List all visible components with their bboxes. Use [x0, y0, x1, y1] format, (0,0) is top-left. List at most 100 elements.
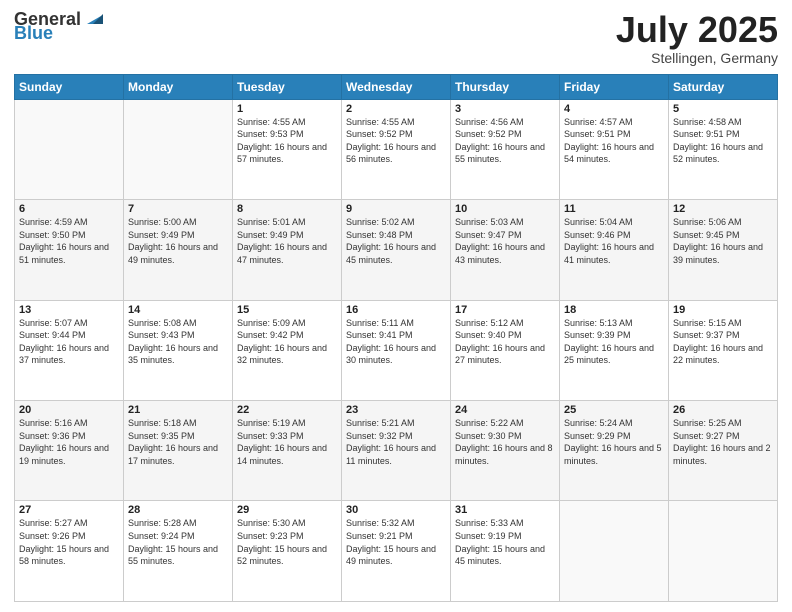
calendar-cell: 24Sunrise: 5:22 AM Sunset: 9:30 PM Dayli… — [451, 401, 560, 501]
day-info: Sunrise: 5:06 AM Sunset: 9:45 PM Dayligh… — [673, 216, 773, 266]
day-info: Sunrise: 4:59 AM Sunset: 9:50 PM Dayligh… — [19, 216, 119, 266]
day-info: Sunrise: 5:15 AM Sunset: 9:37 PM Dayligh… — [673, 317, 773, 367]
calendar-cell: 17Sunrise: 5:12 AM Sunset: 9:40 PM Dayli… — [451, 300, 560, 400]
calendar-cell: 26Sunrise: 5:25 AM Sunset: 9:27 PM Dayli… — [669, 401, 778, 501]
col-thursday: Thursday — [451, 74, 560, 99]
day-info: Sunrise: 5:21 AM Sunset: 9:32 PM Dayligh… — [346, 417, 446, 467]
day-number: 10 — [455, 203, 555, 215]
calendar-cell: 9Sunrise: 5:02 AM Sunset: 9:48 PM Daylig… — [342, 200, 451, 300]
col-tuesday: Tuesday — [233, 74, 342, 99]
calendar-cell: 12Sunrise: 5:06 AM Sunset: 9:45 PM Dayli… — [669, 200, 778, 300]
day-number: 24 — [455, 404, 555, 416]
day-info: Sunrise: 5:07 AM Sunset: 9:44 PM Dayligh… — [19, 317, 119, 367]
day-number: 20 — [19, 404, 119, 416]
calendar-cell: 14Sunrise: 5:08 AM Sunset: 9:43 PM Dayli… — [124, 300, 233, 400]
day-number: 6 — [19, 203, 119, 215]
day-number: 29 — [237, 504, 337, 516]
day-number: 22 — [237, 404, 337, 416]
day-info: Sunrise: 5:01 AM Sunset: 9:49 PM Dayligh… — [237, 216, 337, 266]
calendar-cell — [669, 501, 778, 602]
calendar-table: Sunday Monday Tuesday Wednesday Thursday… — [14, 74, 778, 602]
calendar-cell: 23Sunrise: 5:21 AM Sunset: 9:32 PM Dayli… — [342, 401, 451, 501]
day-number: 19 — [673, 304, 773, 316]
day-info: Sunrise: 5:28 AM Sunset: 9:24 PM Dayligh… — [128, 517, 228, 567]
calendar-cell: 21Sunrise: 5:18 AM Sunset: 9:35 PM Dayli… — [124, 401, 233, 501]
calendar-cell: 4Sunrise: 4:57 AM Sunset: 9:51 PM Daylig… — [560, 99, 669, 199]
calendar-cell — [560, 501, 669, 602]
day-info: Sunrise: 4:56 AM Sunset: 9:52 PM Dayligh… — [455, 116, 555, 166]
day-number: 9 — [346, 203, 446, 215]
day-number: 25 — [564, 404, 664, 416]
calendar-subtitle: Stellingen, Germany — [616, 50, 778, 66]
day-info: Sunrise: 5:11 AM Sunset: 9:41 PM Dayligh… — [346, 317, 446, 367]
calendar-cell: 20Sunrise: 5:16 AM Sunset: 9:36 PM Dayli… — [15, 401, 124, 501]
calendar-cell: 1Sunrise: 4:55 AM Sunset: 9:53 PM Daylig… — [233, 99, 342, 199]
calendar-cell: 18Sunrise: 5:13 AM Sunset: 9:39 PM Dayli… — [560, 300, 669, 400]
day-number: 21 — [128, 404, 228, 416]
calendar-cell: 8Sunrise: 5:01 AM Sunset: 9:49 PM Daylig… — [233, 200, 342, 300]
day-info: Sunrise: 5:02 AM Sunset: 9:48 PM Dayligh… — [346, 216, 446, 266]
calendar-week-1: 1Sunrise: 4:55 AM Sunset: 9:53 PM Daylig… — [15, 99, 778, 199]
title-block: July 2025 Stellingen, Germany — [616, 10, 778, 66]
day-number: 15 — [237, 304, 337, 316]
col-saturday: Saturday — [669, 74, 778, 99]
calendar-cell: 3Sunrise: 4:56 AM Sunset: 9:52 PM Daylig… — [451, 99, 560, 199]
day-number: 28 — [128, 504, 228, 516]
day-info: Sunrise: 4:55 AM Sunset: 9:52 PM Dayligh… — [346, 116, 446, 166]
day-number: 18 — [564, 304, 664, 316]
calendar-cell: 13Sunrise: 5:07 AM Sunset: 9:44 PM Dayli… — [15, 300, 124, 400]
day-number: 31 — [455, 504, 555, 516]
day-number: 7 — [128, 203, 228, 215]
calendar-cell: 5Sunrise: 4:58 AM Sunset: 9:51 PM Daylig… — [669, 99, 778, 199]
calendar-cell: 29Sunrise: 5:30 AM Sunset: 9:23 PM Dayli… — [233, 501, 342, 602]
calendar-cell: 10Sunrise: 5:03 AM Sunset: 9:47 PM Dayli… — [451, 200, 560, 300]
day-info: Sunrise: 5:04 AM Sunset: 9:46 PM Dayligh… — [564, 216, 664, 266]
calendar-cell: 31Sunrise: 5:33 AM Sunset: 9:19 PM Dayli… — [451, 501, 560, 602]
calendar-cell: 6Sunrise: 4:59 AM Sunset: 9:50 PM Daylig… — [15, 200, 124, 300]
calendar-week-2: 6Sunrise: 4:59 AM Sunset: 9:50 PM Daylig… — [15, 200, 778, 300]
col-sunday: Sunday — [15, 74, 124, 99]
day-info: Sunrise: 5:30 AM Sunset: 9:23 PM Dayligh… — [237, 517, 337, 567]
day-number: 27 — [19, 504, 119, 516]
calendar-week-5: 27Sunrise: 5:27 AM Sunset: 9:26 PM Dayli… — [15, 501, 778, 602]
day-info: Sunrise: 4:55 AM Sunset: 9:53 PM Dayligh… — [237, 116, 337, 166]
calendar-title: July 2025 — [616, 10, 778, 50]
day-number: 14 — [128, 304, 228, 316]
calendar-cell: 28Sunrise: 5:28 AM Sunset: 9:24 PM Dayli… — [124, 501, 233, 602]
day-info: Sunrise: 5:24 AM Sunset: 9:29 PM Dayligh… — [564, 417, 664, 467]
day-info: Sunrise: 5:13 AM Sunset: 9:39 PM Dayligh… — [564, 317, 664, 367]
col-friday: Friday — [560, 74, 669, 99]
day-number: 4 — [564, 103, 664, 115]
logo: General Blue — [14, 10, 105, 42]
calendar-cell: 2Sunrise: 4:55 AM Sunset: 9:52 PM Daylig… — [342, 99, 451, 199]
header: General Blue July 2025 Stellingen, Germa… — [14, 10, 778, 66]
logo-blue: Blue — [14, 24, 53, 42]
calendar-cell: 19Sunrise: 5:15 AM Sunset: 9:37 PM Dayli… — [669, 300, 778, 400]
day-info: Sunrise: 5:22 AM Sunset: 9:30 PM Dayligh… — [455, 417, 555, 467]
day-info: Sunrise: 5:19 AM Sunset: 9:33 PM Dayligh… — [237, 417, 337, 467]
col-wednesday: Wednesday — [342, 74, 451, 99]
calendar-cell: 25Sunrise: 5:24 AM Sunset: 9:29 PM Dayli… — [560, 401, 669, 501]
day-info: Sunrise: 5:27 AM Sunset: 9:26 PM Dayligh… — [19, 517, 119, 567]
day-number: 30 — [346, 504, 446, 516]
day-info: Sunrise: 5:00 AM Sunset: 9:49 PM Dayligh… — [128, 216, 228, 266]
day-info: Sunrise: 4:58 AM Sunset: 9:51 PM Dayligh… — [673, 116, 773, 166]
day-number: 16 — [346, 304, 446, 316]
calendar-cell: 30Sunrise: 5:32 AM Sunset: 9:21 PM Dayli… — [342, 501, 451, 602]
day-number: 2 — [346, 103, 446, 115]
day-info: Sunrise: 5:33 AM Sunset: 9:19 PM Dayligh… — [455, 517, 555, 567]
calendar-cell: 27Sunrise: 5:27 AM Sunset: 9:26 PM Dayli… — [15, 501, 124, 602]
day-number: 13 — [19, 304, 119, 316]
calendar-week-3: 13Sunrise: 5:07 AM Sunset: 9:44 PM Dayli… — [15, 300, 778, 400]
logo-icon — [83, 6, 105, 28]
day-info: Sunrise: 5:18 AM Sunset: 9:35 PM Dayligh… — [128, 417, 228, 467]
day-info: Sunrise: 5:03 AM Sunset: 9:47 PM Dayligh… — [455, 216, 555, 266]
day-number: 23 — [346, 404, 446, 416]
day-number: 5 — [673, 103, 773, 115]
calendar-cell: 22Sunrise: 5:19 AM Sunset: 9:33 PM Dayli… — [233, 401, 342, 501]
day-number: 12 — [673, 203, 773, 215]
calendar-week-4: 20Sunrise: 5:16 AM Sunset: 9:36 PM Dayli… — [15, 401, 778, 501]
calendar-cell: 11Sunrise: 5:04 AM Sunset: 9:46 PM Dayli… — [560, 200, 669, 300]
day-number: 3 — [455, 103, 555, 115]
day-number: 8 — [237, 203, 337, 215]
